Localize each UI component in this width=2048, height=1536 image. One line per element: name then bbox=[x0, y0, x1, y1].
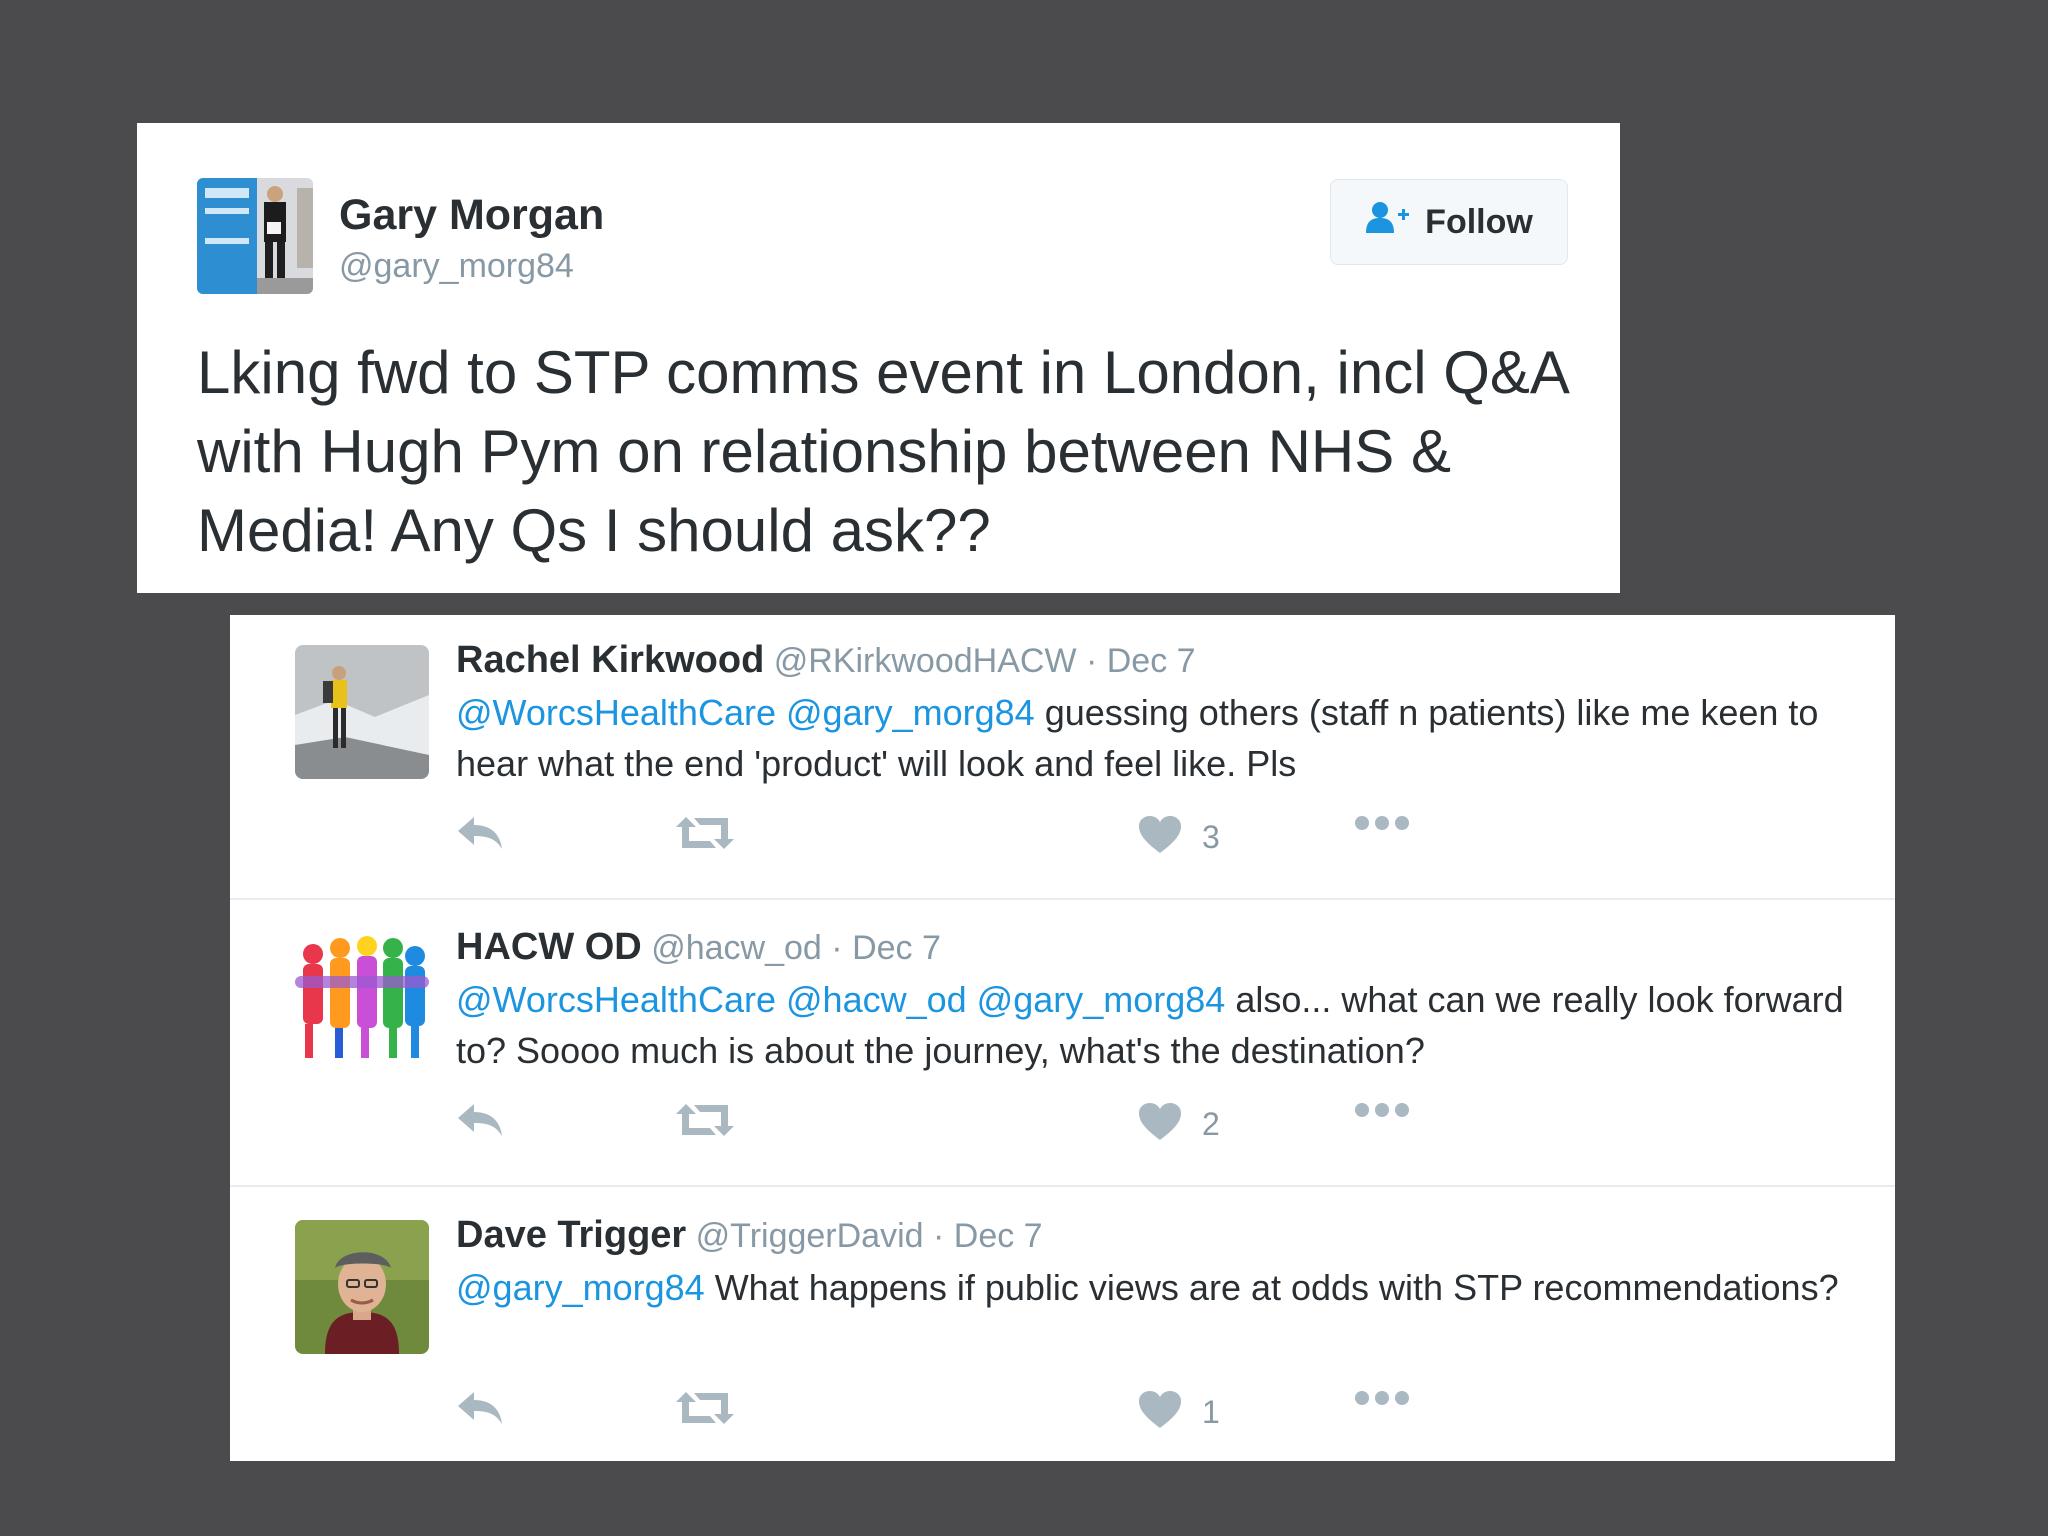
reply-header: Dave Trigger @TriggerDavid · Dec 7 bbox=[456, 1214, 1043, 1257]
follow-label: Follow bbox=[1425, 202, 1533, 241]
more-icon bbox=[1354, 1102, 1410, 1123]
mention-link[interactable]: @gary_morg84 bbox=[786, 692, 1035, 733]
more-button[interactable] bbox=[1354, 1102, 1410, 1123]
tweet-actions: 2 bbox=[456, 1102, 1409, 1162]
more-icon bbox=[1354, 1390, 1410, 1411]
reply-icon bbox=[456, 815, 504, 856]
reply-button[interactable] bbox=[456, 1390, 504, 1431]
reply-author-name[interactable]: Dave Trigger bbox=[456, 1214, 686, 1256]
main-tweet-card: Gary Morgan @gary_morg84 Follow Lking fw… bbox=[137, 123, 1620, 593]
retweet-icon bbox=[676, 1390, 734, 1431]
reply-header: HACW OD @hacw_od · Dec 7 bbox=[456, 926, 941, 969]
avatar[interactable] bbox=[295, 1220, 429, 1354]
reply-header: Rachel Kirkwood @RKirkwoodHACW · Dec 7 bbox=[456, 639, 1196, 682]
more-icon bbox=[1354, 815, 1410, 836]
reply-date[interactable]: · Dec 7 bbox=[831, 929, 941, 967]
replies-list: Rachel Kirkwood @RKirkwoodHACW · Dec 7 @… bbox=[230, 615, 1895, 1461]
retweet-icon bbox=[676, 1102, 734, 1143]
avatar[interactable] bbox=[295, 932, 429, 1066]
reply-text: @WorcsHealthCare @gary_morg84 guessing o… bbox=[456, 687, 1846, 789]
like-button[interactable]: 1 bbox=[1138, 1390, 1220, 1435]
list-item: HACW OD @hacw_od · Dec 7 @WorcsHealthCar… bbox=[230, 902, 1895, 1187]
like-count: 1 bbox=[1202, 1394, 1220, 1430]
reply-text: @gary_morg84 What happens if public view… bbox=[456, 1262, 1846, 1313]
mention-link[interactable]: @gary_morg84 bbox=[456, 1267, 705, 1308]
like-button[interactable]: 3 bbox=[1138, 815, 1220, 860]
retweet-button[interactable] bbox=[676, 1102, 734, 1143]
more-button[interactable] bbox=[1354, 815, 1410, 836]
retweet-button[interactable] bbox=[676, 815, 734, 856]
tweet-actions: 1 bbox=[456, 1390, 1409, 1450]
heart-icon bbox=[1138, 815, 1182, 860]
like-count: 3 bbox=[1202, 819, 1220, 855]
mention-link[interactable]: @gary_morg84 bbox=[977, 979, 1226, 1020]
heart-icon bbox=[1138, 1390, 1182, 1435]
reply-author-name[interactable]: HACW OD bbox=[456, 926, 642, 968]
heart-icon bbox=[1138, 1102, 1182, 1147]
list-item: Rachel Kirkwood @RKirkwoodHACW · Dec 7 @… bbox=[230, 615, 1895, 900]
reply-date[interactable]: · Dec 7 bbox=[933, 1217, 1043, 1255]
reply-text: @WorcsHealthCare @hacw_od @gary_morg84 a… bbox=[456, 974, 1846, 1076]
retweet-button[interactable] bbox=[676, 1390, 734, 1431]
reply-date[interactable]: · Dec 7 bbox=[1086, 642, 1196, 680]
author-handle[interactable]: @gary_morg84 bbox=[339, 247, 574, 286]
reply-icon bbox=[456, 1390, 504, 1431]
reply-author-handle[interactable]: @TriggerDavid bbox=[696, 1217, 924, 1255]
follow-button[interactable]: Follow bbox=[1330, 179, 1568, 265]
mention-link[interactable]: @hacw_od bbox=[786, 979, 967, 1020]
follow-user-icon bbox=[1365, 201, 1411, 244]
reply-button[interactable] bbox=[456, 815, 504, 856]
mention-link[interactable]: @WorcsHealthCare bbox=[456, 979, 776, 1020]
like-count: 2 bbox=[1202, 1106, 1220, 1142]
reply-author-handle[interactable]: @RKirkwoodHACW bbox=[774, 642, 1077, 680]
avatar[interactable] bbox=[197, 178, 313, 294]
like-button[interactable]: 2 bbox=[1138, 1102, 1220, 1147]
reply-author-handle[interactable]: @hacw_od bbox=[651, 929, 822, 967]
reply-icon bbox=[456, 1102, 504, 1143]
avatar[interactable] bbox=[295, 645, 429, 779]
author-name[interactable]: Gary Morgan bbox=[339, 191, 604, 240]
reply-button[interactable] bbox=[456, 1102, 504, 1143]
retweet-icon bbox=[676, 815, 734, 856]
reply-author-name[interactable]: Rachel Kirkwood bbox=[456, 639, 764, 681]
reply-body: What happens if public views are at odds… bbox=[714, 1267, 1839, 1308]
tweet-text: Lking fwd to STP comms event in London, … bbox=[197, 339, 1567, 564]
more-button[interactable] bbox=[1354, 1390, 1410, 1411]
mention-link[interactable]: @WorcsHealthCare bbox=[456, 692, 776, 733]
tweet-actions: 3 bbox=[456, 815, 1409, 875]
list-item: Dave Trigger @TriggerDavid · Dec 7 @gary… bbox=[230, 1190, 1895, 1475]
